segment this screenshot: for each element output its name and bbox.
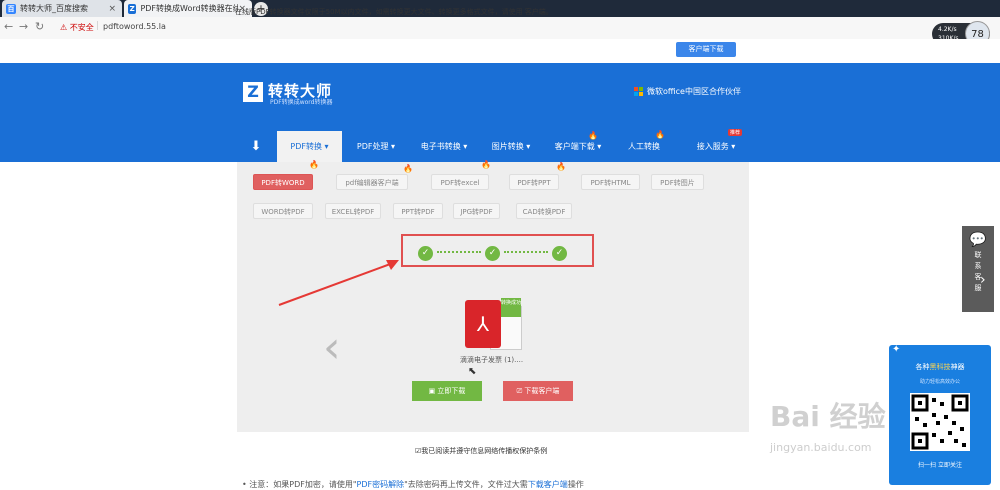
baidu-favicon-icon: 百	[6, 3, 16, 14]
nav-pdf-process[interactable]: PDF处理 ▾	[347, 131, 405, 162]
browser-tab-baidu[interactable]: 百 转转大师_百度搜索 ×	[2, 0, 122, 17]
agreement-checkbox-label[interactable]: ☑我已阅读并遵守信息网络传播权保护条例	[415, 446, 547, 456]
nav-ebook-convert[interactable]: 电子书转换 ▾	[411, 131, 477, 162]
logo-icon[interactable]: Z	[243, 82, 263, 102]
zz-favicon-icon: Z	[128, 3, 137, 14]
partner-text: 微软office中国区合作伙伴	[647, 87, 741, 96]
chevron-right-icon[interactable]: ›	[980, 272, 986, 288]
note-text: • 注意：如果PDF加密，请使用"PDF密码解除"去除密码再上传文件，文件过大需…	[242, 480, 584, 489]
nav-client-download[interactable]: 客户端下载 ▾	[545, 131, 611, 162]
download-now-button[interactable]: ▣ 立即下载	[412, 381, 482, 401]
forward-icon[interactable]: →	[19, 20, 28, 33]
nav-image-convert[interactable]: 图片转换 ▾	[483, 131, 539, 162]
success-tag: 转换成功	[501, 298, 521, 317]
tool-excel-to-pdf[interactable]: EXCEL转PDF	[325, 203, 381, 219]
step-connector	[504, 251, 548, 255]
tool-pdf-to-ppt[interactable]: PDF转PPT	[509, 174, 559, 190]
step-check-icon: ✓	[552, 246, 567, 261]
hot-flame-icon: 🔥	[588, 131, 598, 140]
pdf-file-icon: ⅄	[465, 300, 501, 348]
tool-cad-to-pdf[interactable]: CAD转换PDF	[516, 203, 572, 219]
hot-flame-icon: 🔥	[309, 160, 319, 169]
qr-title: 各种黑科技神器	[915, 363, 965, 371]
file-name: 滴滴电子发票 (1)....	[460, 356, 524, 364]
tool-word-to-pdf[interactable]: WORD转PDF	[253, 203, 313, 219]
main-nav: ⬇ PDF转换 ▾ PDF处理 ▾ 电子书转换 ▾ 图片转换 ▾ 客户端下载 ▾…	[237, 131, 757, 162]
watermark-url: jingyan.baidu.com	[770, 441, 872, 454]
client-download-button[interactable]: 客户端下载	[676, 42, 736, 57]
sparkle-icon: ✦	[892, 344, 901, 355]
site-notice-bar	[0, 39, 1000, 63]
contact-service-widget[interactable]: 💬 联系客服	[962, 226, 994, 312]
browser-tab-pdftoword[interactable]: Z PDF转换成Word转换器在线免费 ×	[124, 0, 252, 17]
recommend-badge: 推荐	[728, 129, 743, 136]
pdf-password-remove-link[interactable]: PDF密码解除	[357, 480, 405, 489]
red-arrow-annotation	[278, 260, 399, 306]
divider: |	[96, 21, 100, 31]
baidu-jingyan-watermark: Bai 经验	[770, 400, 886, 433]
close-icon[interactable]: ×	[108, 4, 116, 14]
hot-flame-icon: 🔥	[556, 162, 566, 171]
download-client-button[interactable]: ⎚ 下载客户端	[503, 381, 573, 401]
tool-ppt-to-pdf[interactable]: PPT转PDF	[393, 203, 443, 219]
download-icon[interactable]: ⬇	[244, 131, 268, 162]
qr-footer: 扫一扫 立即关注	[918, 462, 962, 469]
tool-pdf-to-image[interactable]: PDF转图片	[651, 174, 704, 190]
logo-subtitle: PDF转换成word转换器	[270, 99, 333, 106]
hot-flame-icon: 🔥	[655, 130, 665, 139]
step-check-icon: ✓	[485, 246, 500, 261]
tool-pdf-to-excel[interactable]: PDF转excel	[431, 174, 489, 190]
chat-bubble-icon: 💬	[969, 232, 987, 248]
download-client-link[interactable]: 下载客户端	[528, 480, 568, 489]
tool-jpg-to-pdf[interactable]: JPG转PDF	[453, 203, 500, 219]
back-icon[interactable]: ←	[4, 20, 13, 33]
notice-text: 在线版PDF转换器文件仅限于50M以内文件，如需转换更大文件、转换更多格式文件，…	[235, 8, 553, 16]
upload-speed: 4.2K/s	[938, 26, 957, 33]
partner-label: 微软office中国区合作伙伴	[634, 86, 741, 97]
mouse-cursor-icon: ⬉	[468, 366, 477, 377]
hot-flame-icon: 🔥	[403, 164, 413, 173]
qr-subtitle: 助力轻松高效办公	[919, 379, 960, 385]
security-warning[interactable]: ⚠ 不安全	[60, 22, 94, 33]
qr-code-image	[910, 393, 970, 451]
hot-flame-icon: 🔥	[481, 160, 491, 169]
tool-pdf-to-word[interactable]: PDF转WORD	[253, 174, 313, 190]
microsoft-icon	[634, 87, 643, 96]
url-text[interactable]: pdftoword.55.la	[103, 22, 166, 31]
tab-title: 转转大师_百度搜索	[20, 4, 88, 13]
step-connector	[437, 251, 481, 255]
tab-title: PDF转换成Word转换器在线免费	[140, 4, 239, 13]
nav-pdf-convert[interactable]: PDF转换 ▾	[277, 131, 342, 162]
chevron-left-icon[interactable]: ‹	[323, 322, 341, 373]
tool-pdf-editor-client[interactable]: pdf编辑器客户端	[336, 174, 408, 190]
reload-icon[interactable]: ↻	[35, 20, 44, 33]
step-check-icon: ✓	[418, 246, 433, 261]
tool-pdf-to-html[interactable]: PDF转HTML	[581, 174, 640, 190]
address-bar: ← → ↻ ⚠ 不安全 | pdftoword.55.la	[0, 17, 1000, 40]
